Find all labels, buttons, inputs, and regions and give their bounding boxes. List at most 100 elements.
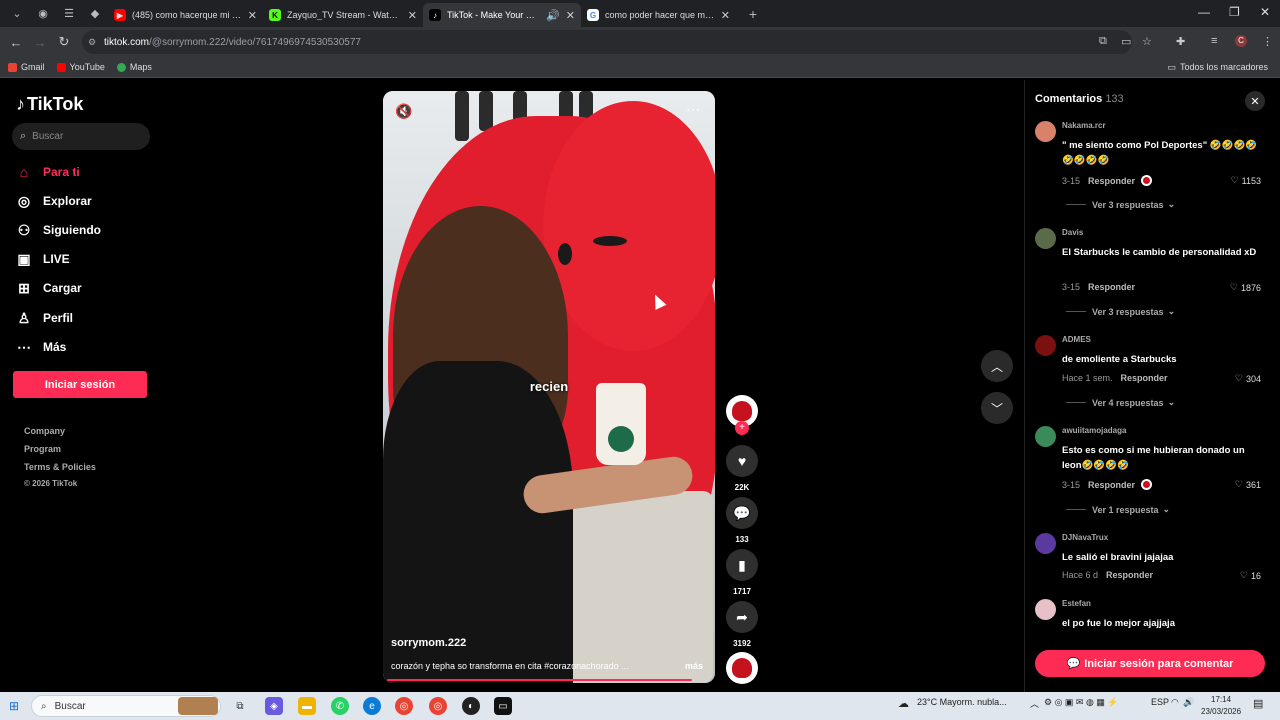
tiktok-logo[interactable]: ♪ TikTok — [16, 94, 83, 115]
sidebar-item-siguiendo[interactable]: ⚇ Siguiendo — [16, 218, 156, 242]
file-explorer-icon[interactable]: ▬ — [298, 697, 316, 715]
close-tab-icon[interactable]: ✕ — [721, 9, 730, 22]
tab-search-icon[interactable]: ⌄ — [4, 3, 30, 25]
sidebar-item-perfil[interactable]: ♙ Perfil — [16, 306, 156, 330]
clock-date[interactable]: 23/03/2026 — [1201, 707, 1241, 716]
close-comments-button[interactable]: ✕ — [1245, 91, 1265, 111]
comment-username[interactable]: ADMES — [1062, 335, 1091, 344]
previous-video-button[interactable]: ︿ — [981, 350, 1013, 382]
pinned-tab-2-icon[interactable]: ☰ — [56, 3, 82, 25]
task-view-icon[interactable]: ⧉ — [231, 697, 249, 715]
avatar[interactable] — [1035, 335, 1056, 356]
comment-like-button[interactable]: ♡ 1876 — [1230, 282, 1261, 293]
tray-icons[interactable]: ⚙ ◎ ▣ ✉ ◍ ▦ ⚡ — [1044, 697, 1119, 708]
avatar[interactable] — [1035, 599, 1056, 620]
pinned-tab-1-icon[interactable]: ◉ — [30, 3, 56, 25]
comment-button[interactable]: 💬 133 — [726, 497, 758, 544]
avatar[interactable] — [1035, 121, 1056, 142]
sidebar-item-mas[interactable]: ⋯ Más — [16, 335, 156, 359]
chrome-icon[interactable]: ◎ — [395, 697, 413, 715]
bookmark-maps[interactable]: Maps — [116, 62, 152, 72]
pinned-tab-3-icon[interactable]: ◆ — [82, 3, 108, 25]
share-button[interactable]: ➦ 3192 — [726, 601, 758, 648]
view-replies-button[interactable]: Ver 1 respuesta ⌄ — [1066, 504, 1170, 515]
language-indicator[interactable]: ESP — [1151, 697, 1169, 707]
follow-plus-icon[interactable]: + — [735, 421, 749, 435]
back-icon[interactable]: ← — [4, 35, 28, 50]
mute-icon[interactable]: 🔇 — [395, 103, 412, 120]
bookmark-star-icon[interactable]: ☆ — [1142, 35, 1152, 48]
music-disc[interactable] — [726, 652, 758, 684]
close-tab-icon[interactable]: ✕ — [566, 9, 575, 22]
comment-like-button[interactable]: ♡ 304 — [1235, 373, 1261, 384]
comment-username[interactable]: awuiitamojadaga — [1062, 426, 1126, 435]
translate-icon[interactable]: ⧉ — [1099, 35, 1107, 48]
comment-like-button[interactable]: ♡ 16 — [1240, 570, 1261, 581]
url-field[interactable]: ⚙ tiktok.com /@sorrymom.222/video/761749… — [82, 30, 1132, 54]
avatar[interactable] — [1035, 533, 1056, 554]
new-tab-icon[interactable]: + — [740, 3, 766, 25]
bookmark-youtube[interactable]: YouTube — [56, 62, 105, 72]
sidebar-item-explorar[interactable]: ◎ Explorar — [16, 189, 156, 213]
video-menu-icon[interactable]: ⋯ — [686, 101, 701, 118]
all-bookmarks[interactable]: ▭ Todos los marcadores — [1167, 62, 1268, 73]
like-button[interactable]: ♥ 22K — [726, 445, 758, 492]
windows-start-icon[interactable]: ⊞ — [9, 699, 19, 713]
tab-kick[interactable]: K Zayquo_TV Stream - Watch Live ✕ — [263, 3, 423, 27]
sidebar-item-live[interactable]: ▣ LIVE — [16, 247, 156, 271]
video-username[interactable]: sorrymom.222 — [391, 637, 466, 649]
tray-chevron-icon[interactable]: ︿ — [1030, 697, 1039, 710]
copilot-icon[interactable]: ◈ — [265, 697, 283, 715]
profile-avatar[interactable]: C — [1235, 35, 1247, 47]
view-replies-button[interactable]: Ver 3 respuestas ⌄ — [1066, 199, 1175, 210]
maximize-icon[interactable]: ❐ — [1229, 5, 1240, 19]
chrome-profile-icon[interactable]: ◎ — [429, 697, 447, 715]
comment-like-button[interactable]: ♡ 361 — [1235, 479, 1261, 490]
forward-icon[interactable]: → — [28, 35, 52, 50]
login-button[interactable]: Iniciar sesión — [13, 371, 147, 398]
media-icon[interactable]: ≡ — [1211, 35, 1217, 47]
cast-icon[interactable]: ▭ — [1121, 35, 1131, 48]
avatar[interactable] — [1035, 228, 1056, 249]
volume-icon[interactable]: 🔊 — [1183, 697, 1194, 708]
site-info-icon[interactable]: ⚙ — [88, 37, 96, 48]
taskbar-widget-image[interactable] — [178, 697, 218, 715]
minimize-icon[interactable]: — — [1198, 5, 1210, 19]
notifications-icon[interactable]: ▤ — [1253, 697, 1263, 710]
login-to-comment-button[interactable]: 💬 Iniciar sesión para comentar — [1035, 650, 1265, 677]
reply-button[interactable]: Responder — [1106, 570, 1153, 580]
extensions-icon[interactable]: ✚ — [1176, 35, 1185, 48]
view-replies-button[interactable]: Ver 4 respuestas ⌄ — [1066, 397, 1175, 408]
comment-username[interactable]: DJNavaTrux — [1062, 533, 1108, 542]
sidebar-item-cargar[interactable]: ⊞ Cargar — [16, 276, 156, 300]
footer-link-program[interactable]: Program — [24, 444, 61, 454]
bookmark-gmail[interactable]: Gmail — [8, 62, 45, 72]
footer-link-terms[interactable]: Terms & Policies — [24, 462, 96, 472]
menu-icon[interactable]: ⋮ — [1262, 35, 1273, 48]
close-tab-icon[interactable]: ✕ — [248, 9, 257, 22]
app-icon[interactable]: ◐ — [462, 697, 480, 715]
close-tab-icon[interactable]: ✕ — [408, 9, 417, 22]
sidebar-item-para-ti[interactable]: ⌂ Para ti — [16, 160, 156, 184]
video-progress-bar[interactable] — [387, 679, 692, 681]
close-window-icon[interactable]: ✕ — [1260, 5, 1270, 19]
edge-icon[interactable]: e — [363, 697, 381, 715]
audio-icon[interactable]: 🔊 — [546, 9, 560, 22]
tab-google[interactable]: G como poder hacer que mi chat ✕ — [581, 3, 736, 27]
footer-link-company[interactable]: Company — [24, 426, 65, 436]
reply-button[interactable]: Responder — [1088, 176, 1135, 186]
reply-button[interactable]: Responder — [1121, 373, 1168, 383]
comment-username[interactable]: Davis — [1062, 228, 1083, 237]
wifi-icon[interactable]: ◠ — [1171, 697, 1179, 708]
save-button[interactable]: ▮ 1717 — [726, 549, 758, 596]
search-input[interactable]: ⌕ Buscar — [12, 123, 150, 150]
whatsapp-icon[interactable]: ✆ — [331, 697, 349, 715]
creator-avatar[interactable]: + — [726, 395, 758, 435]
reload-icon[interactable]: ↻ — [52, 34, 76, 50]
terminal-icon[interactable]: ▭ — [494, 697, 512, 715]
next-video-button[interactable]: ﹀ — [981, 392, 1013, 424]
comment-username[interactable]: Nakama.rcr — [1062, 121, 1106, 130]
weather-text[interactable]: 23°C Mayorm. nubla... — [917, 697, 1007, 707]
video-player[interactable]: 🔇 ⋯ recien sorrymom.222 corazón y tepha … — [383, 91, 715, 683]
reply-button[interactable]: Responder — [1088, 480, 1135, 490]
